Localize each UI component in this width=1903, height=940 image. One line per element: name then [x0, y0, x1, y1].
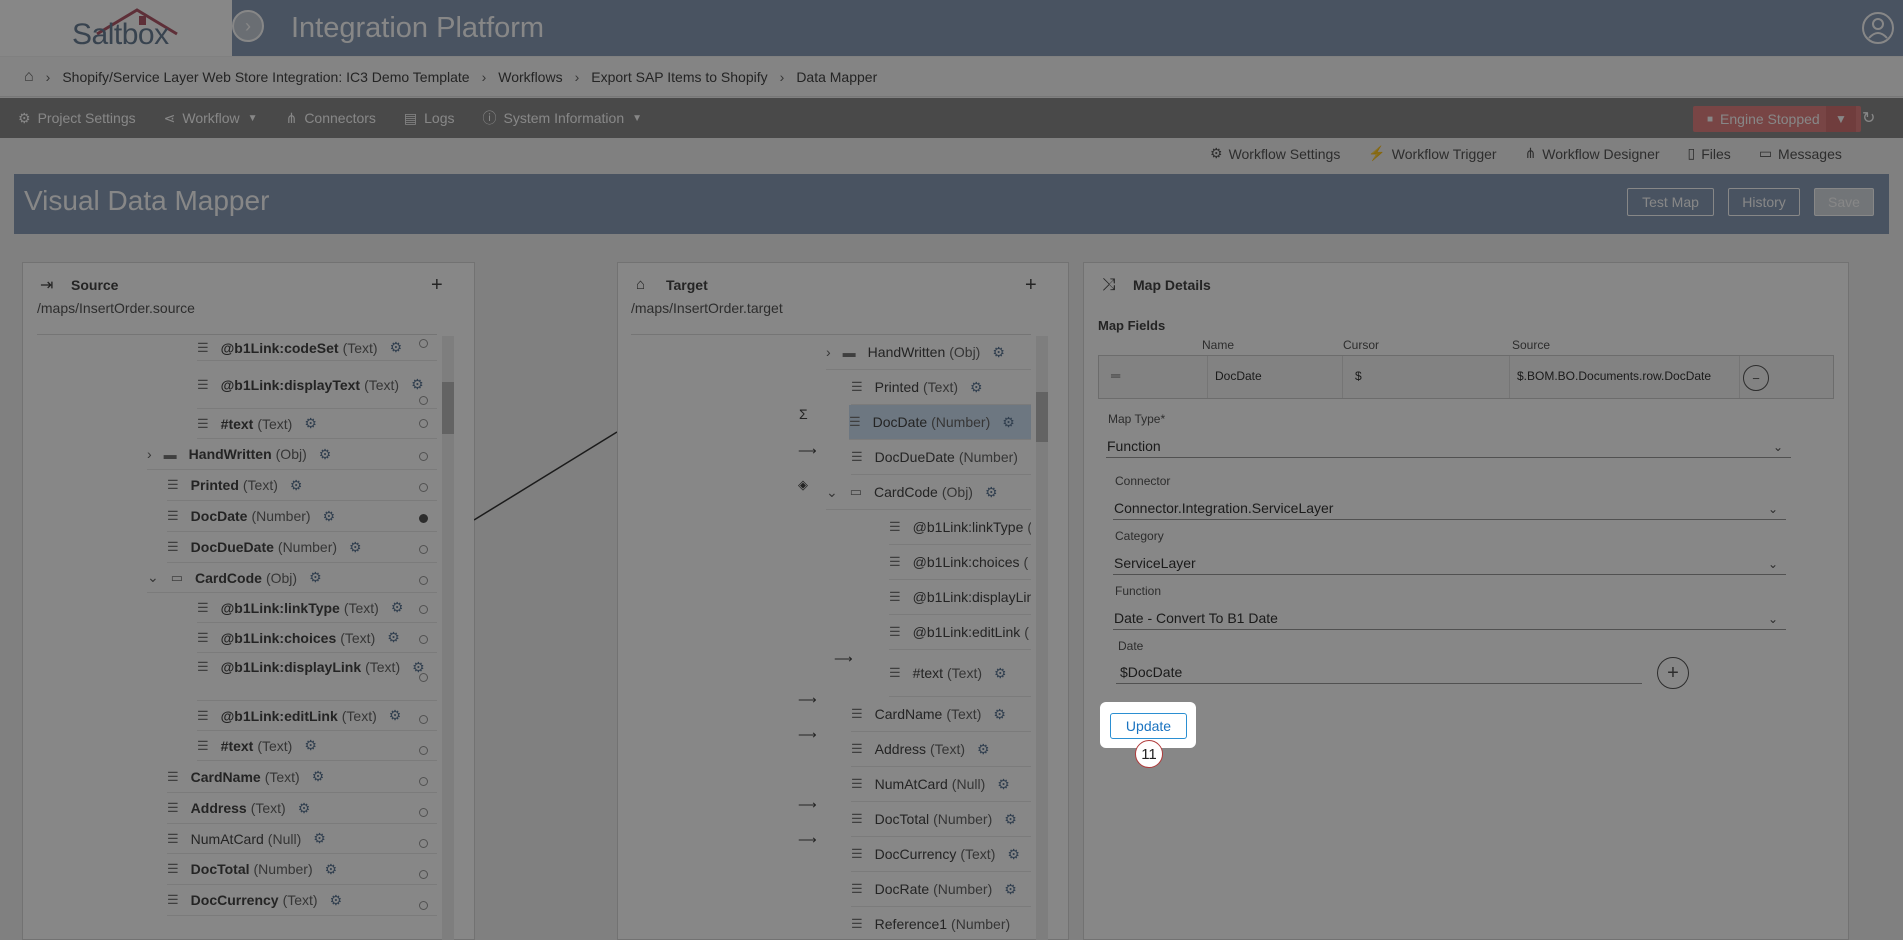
tutorial-overlay — [0, 0, 1903, 940]
step-badge: 11 — [1135, 740, 1163, 768]
update-button[interactable]: Update — [1110, 713, 1187, 739]
